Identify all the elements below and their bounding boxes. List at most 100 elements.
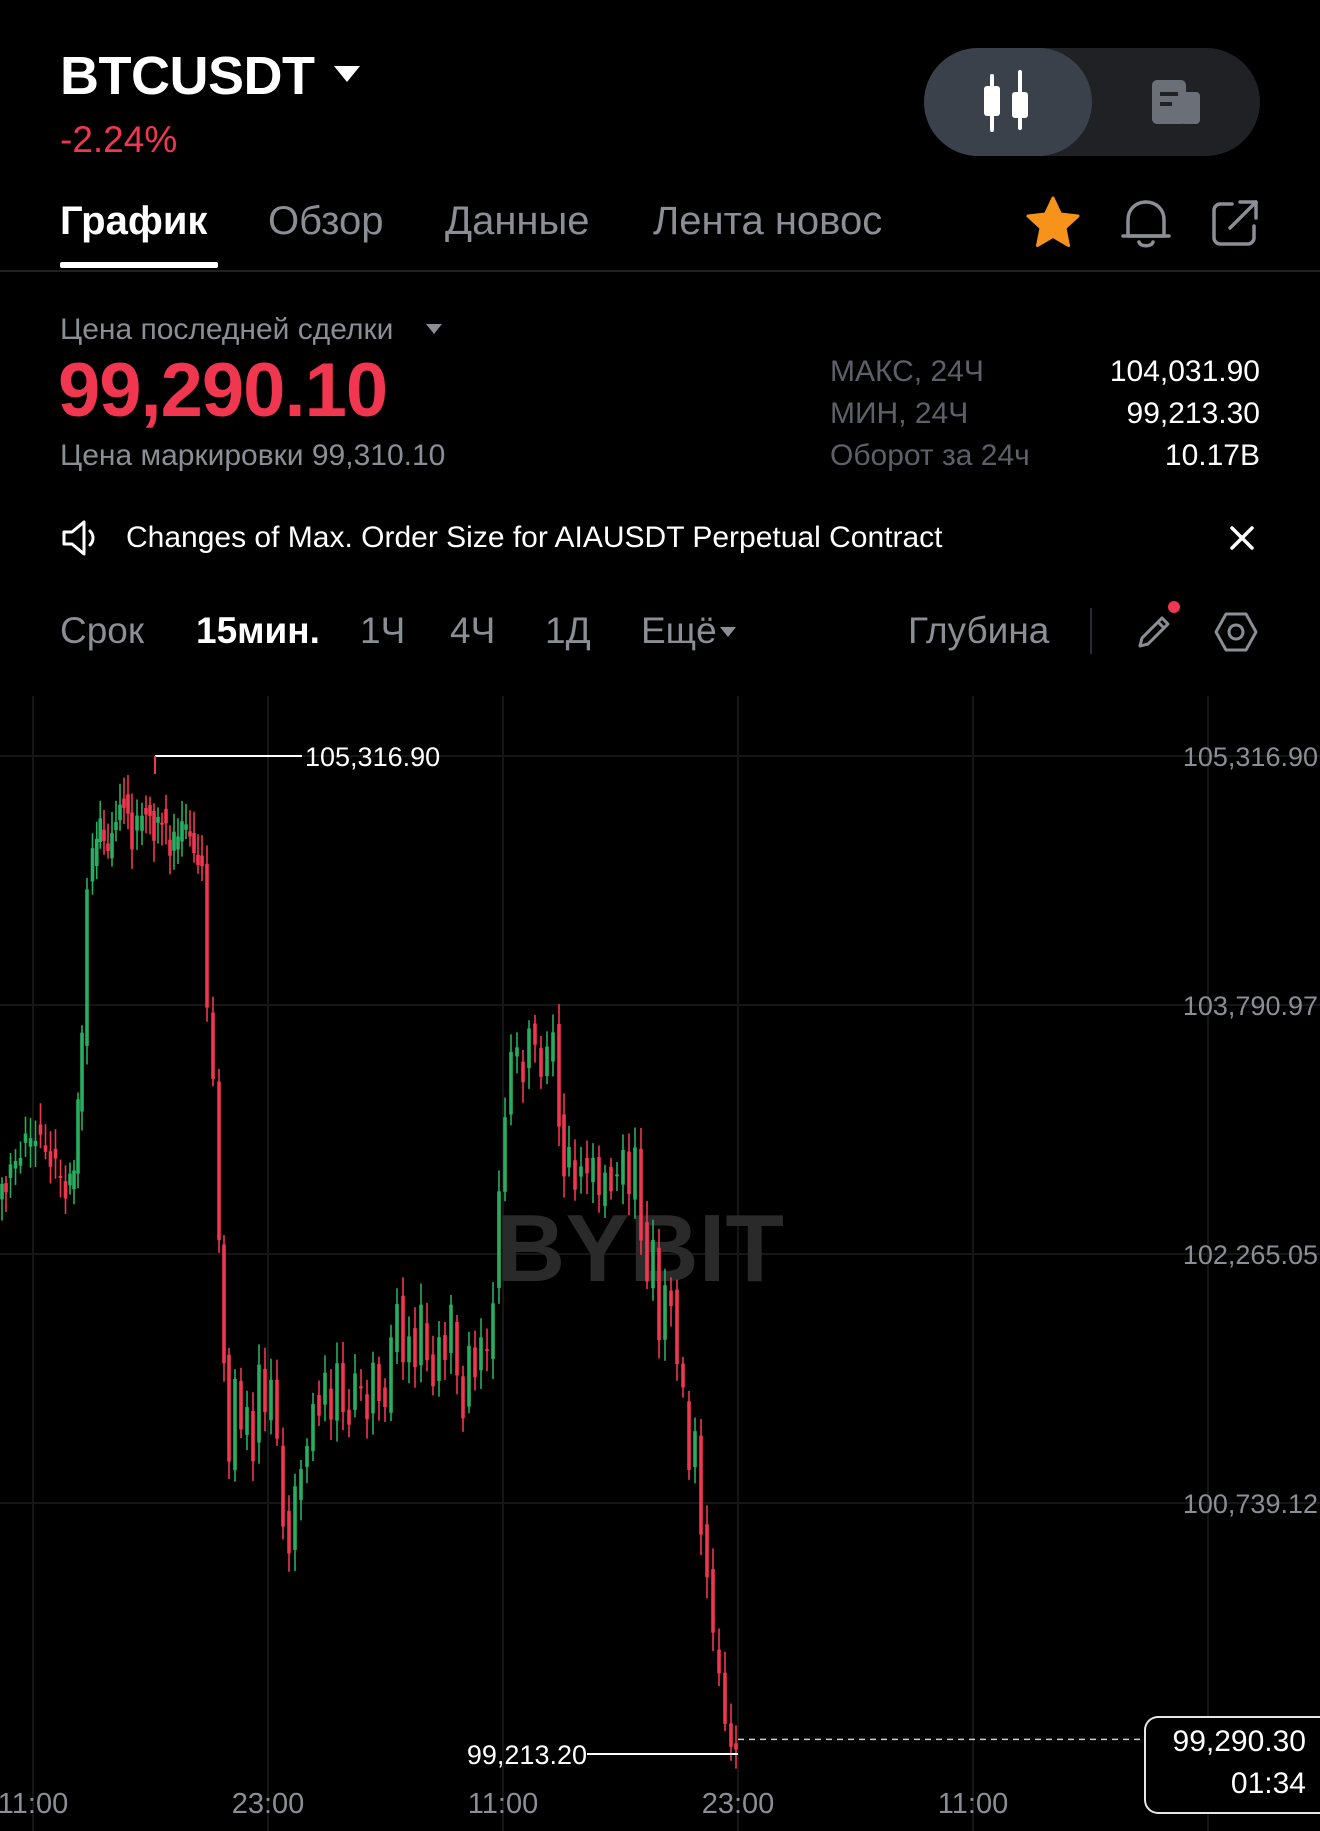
- candle-body: [627, 1151, 631, 1195]
- info-view-button[interactable]: [1092, 48, 1260, 156]
- document-icon: [1152, 80, 1200, 124]
- tab-data[interactable]: Данные: [445, 196, 590, 246]
- candlestick-chart-canvas: BYBIT 105,316.9099,213.20 105,316.90103,…: [0, 696, 1320, 1831]
- candle-body: [473, 1347, 477, 1378]
- candle-body: [383, 1387, 387, 1407]
- chart-view-button[interactable]: [924, 48, 1092, 156]
- close-icon[interactable]: [1228, 524, 1256, 552]
- candle-body: [425, 1323, 429, 1361]
- candle-body: [669, 1290, 673, 1307]
- candle-body: [461, 1376, 465, 1419]
- candle-body: [205, 863, 209, 1008]
- candle-body: [172, 831, 176, 851]
- mark-price: Цена маркировки 99,310.10: [60, 439, 446, 472]
- candle-body: [18, 1157, 23, 1166]
- candle-body: [4, 1183, 8, 1193]
- low-24h-value: 99,213.30: [1126, 397, 1260, 430]
- candle-body: [257, 1364, 261, 1443]
- candle-body: [497, 1191, 501, 1288]
- candle-body: [645, 1222, 649, 1282]
- candle-body: [13, 1161, 18, 1169]
- candle-body: [401, 1295, 405, 1363]
- candle-body: [681, 1363, 685, 1388]
- candle-body: [239, 1380, 243, 1430]
- low-24h-label: МИН, 24Ч: [830, 397, 969, 430]
- price-chart[interactable]: BYBIT 105,316.90 99,213.20 105,316.90 103,…: [0, 696, 1320, 1831]
- candle-body: [90, 848, 95, 882]
- candle-body: [102, 829, 106, 841]
- low-marker-label: 99,213.20: [467, 1740, 587, 1770]
- candle-body: [717, 1649, 721, 1674]
- star-icon[interactable]: [1024, 194, 1082, 252]
- candle-body: [118, 804, 122, 821]
- candle-body: [347, 1409, 351, 1425]
- interval-more-button[interactable]: Ещё: [641, 608, 717, 654]
- interval-1d[interactable]: 1Д: [545, 608, 591, 654]
- candle-body: [693, 1431, 697, 1468]
- x-tick-label: 23:00: [702, 1788, 775, 1820]
- candle-body: [217, 1081, 221, 1241]
- candle-body: [437, 1337, 441, 1381]
- candle-body: [305, 1445, 309, 1467]
- candle-body: [140, 815, 144, 831]
- candle-body: [152, 810, 156, 841]
- depth-button[interactable]: Глубина: [908, 608, 1049, 654]
- candle-body: [329, 1388, 333, 1420]
- candle-body: [188, 831, 192, 837]
- price-change-percent: -2.24%: [60, 119, 178, 160]
- candle-body: [299, 1469, 303, 1501]
- last-price-dropdown-icon[interactable]: [426, 324, 442, 334]
- candle-body: [521, 1061, 525, 1083]
- interval-1h[interactable]: 1Ч: [360, 608, 405, 654]
- candle-body: [335, 1363, 339, 1421]
- tabs-divider: [0, 270, 1320, 272]
- tab-overview[interactable]: Обзор: [268, 196, 384, 246]
- candle-body: [621, 1149, 625, 1185]
- candle-body: [135, 815, 139, 831]
- candle-body: [251, 1410, 255, 1462]
- x-tick-label: 11:00: [468, 1788, 538, 1820]
- candle-body: [156, 816, 160, 823]
- candle-body: [180, 821, 184, 842]
- pencil-icon[interactable]: [1132, 610, 1176, 654]
- last-price-label[interactable]: Цена последней сделки: [60, 310, 393, 350]
- symbol-dropdown-icon[interactable]: [334, 66, 360, 82]
- candle-body: [407, 1336, 411, 1363]
- candle-body: [615, 1174, 619, 1177]
- y-tick-label: 102,265.05: [1183, 1240, 1318, 1270]
- candle-body: [485, 1349, 489, 1352]
- candle-body: [353, 1373, 357, 1410]
- candle-body: [597, 1156, 601, 1195]
- candle-body: [557, 1024, 561, 1127]
- candle-body: [53, 1148, 58, 1159]
- candle-body: [196, 854, 200, 865]
- tab-chart[interactable]: График: [60, 196, 207, 246]
- candle-body: [734, 1743, 738, 1750]
- candlestick-icon: [984, 70, 1028, 132]
- candle-body: [365, 1394, 369, 1420]
- candle-body: [431, 1354, 435, 1387]
- candle-body: [72, 1170, 76, 1190]
- candle-body: [663, 1285, 667, 1340]
- candle-body: [94, 838, 99, 867]
- y-axis-labels: 105,316.90 103,790.97 102,265.05 100,739.12: [1183, 742, 1318, 1519]
- candle-body: [539, 1048, 543, 1077]
- interval-4h[interactable]: 4Ч: [450, 608, 495, 654]
- announcement-text[interactable]: Changes of Max. Order Size for AIAUSDT P…: [126, 518, 942, 558]
- candle-body: [341, 1363, 345, 1412]
- candle-body: [160, 822, 164, 825]
- candle-body: [455, 1321, 459, 1376]
- interval-15m[interactable]: 15мин.: [196, 608, 320, 654]
- candle-body: [317, 1395, 321, 1416]
- high-marker-label: 105,316.90: [305, 742, 440, 772]
- tab-news-feed[interactable]: Лента новос: [653, 196, 900, 246]
- chevron-down-icon[interactable]: [720, 627, 736, 637]
- candle-body: [23, 1133, 28, 1143]
- symbol-title[interactable]: BTCUSDT: [60, 44, 315, 108]
- y-tick-label: 105,316.90: [1183, 742, 1318, 772]
- bell-icon[interactable]: [1118, 194, 1174, 252]
- y-tick-label: 103,790.97: [1183, 991, 1318, 1021]
- candle-body: [76, 1099, 80, 1174]
- share-icon[interactable]: [1208, 196, 1262, 250]
- settings-icon[interactable]: [1212, 610, 1260, 654]
